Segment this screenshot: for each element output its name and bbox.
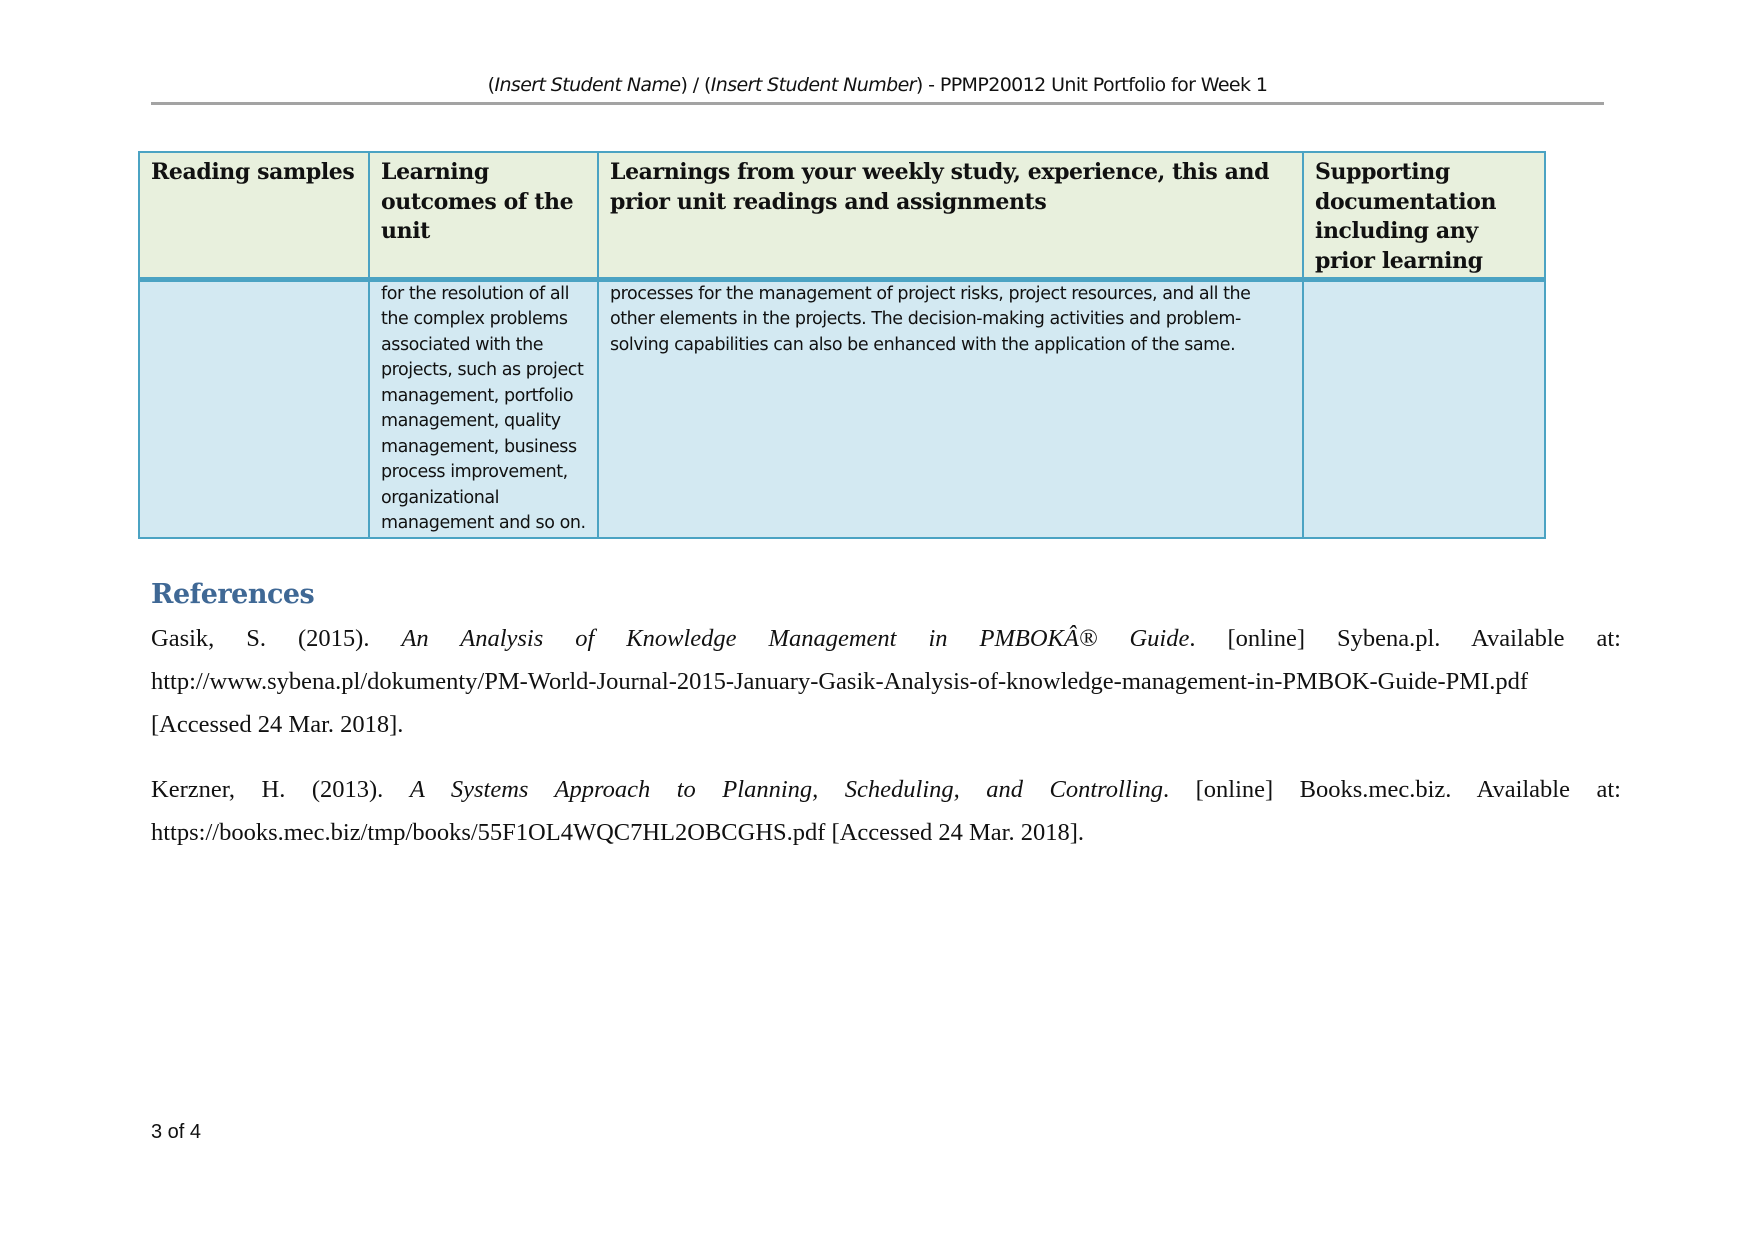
column-header-reading-samples: Reading samples [138,150,370,282]
cell-supporting-documentation [1302,278,1546,539]
header-separator: ) / ( [680,74,711,96]
reference-authors-year: Kerzner, H. (2013). [151,776,410,803]
references-heading: References [151,579,315,610]
table-header-row: Reading samples Learning outcomes of the… [138,150,1546,282]
column-header-learning-outcomes: Learning outcomes of the unit [368,150,599,282]
page-number: 3 of 4 [151,1121,202,1143]
portfolio-table: Reading samples Learning outcomes of the… [138,150,1546,539]
cell-learnings: processes for the management of project … [597,278,1304,539]
reference-entry: Kerzner, H. (2013). A Systems Approach t… [151,768,1621,854]
reference-authors-year: Gasik, S. (2015). [151,625,402,652]
cell-reading-samples [138,278,370,539]
header-unit-title: ) - PPMP20012 Unit Portfolio for Week 1 [915,74,1268,96]
reference-title: An Analysis of Knowledge Management in P… [401,625,1190,652]
header-divider [151,102,1604,105]
cell-learning-outcomes: for the resolution of all the complex pr… [368,278,599,539]
table-row: for the resolution of all the complex pr… [138,278,1546,539]
reference-title: A Systems Approach to Planning, Scheduli… [409,776,1163,803]
student-number-placeholder: Insert Student Number [710,74,917,96]
column-header-learnings: Learnings from your weekly study, experi… [597,150,1304,282]
reference-entry: Gasik, S. (2015). An Analysis of Knowled… [151,617,1621,746]
page-header: (Insert Student Name) / (Insert Student … [151,72,1604,98]
column-header-supporting-documentation: Supporting documentation including any p… [1302,150,1546,282]
student-name-placeholder: Insert Student Name [494,74,681,96]
